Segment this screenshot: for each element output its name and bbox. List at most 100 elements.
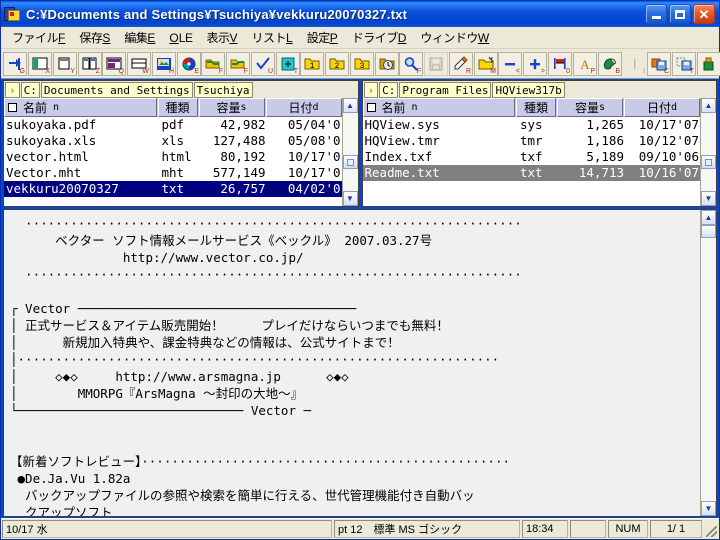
status-font[interactable]: pt 12 標準 MS ゴシック (334, 520, 520, 538)
rename-icon[interactable]: R (449, 51, 473, 76)
path-segment-2[interactable]: Tsuchiya (193, 82, 253, 98)
minimize-button[interactable] (645, 4, 667, 24)
scroll-thumb[interactable] (701, 225, 716, 238)
menu-label: 表示 (206, 31, 230, 45)
search-icon[interactable]: F (399, 51, 423, 76)
left-pane-scrollbar[interactable]: ▲ ▼ (341, 98, 358, 206)
save-disk-icon[interactable] (424, 51, 448, 76)
select-all-checkbox[interactable] (366, 103, 376, 112)
menu-item-ole[interactable]: OLE (162, 29, 199, 47)
column-header-type[interactable]: 種類 (516, 98, 556, 117)
cell-type: html (161, 149, 192, 164)
scroll-thumb[interactable] (701, 155, 716, 169)
status-blank (570, 520, 606, 538)
scroll-track[interactable] (701, 225, 716, 501)
table-row-selected[interactable]: Readme.txt txt 14,713 10/16'07 (362, 165, 700, 181)
detail-view-icon[interactable]: W (127, 51, 151, 76)
menu-item-drive[interactable]: ドライブD (345, 27, 414, 48)
cell-date: 10/17'07 (638, 117, 699, 132)
right-file-list[interactable]: HQView.sys sys 1,265 10/17'07 HQView.tmr… (362, 117, 701, 206)
table-row[interactable]: HQView.tmr tmr 1,186 10/12'07 (363, 133, 701, 149)
goto-icon[interactable]: G (3, 51, 27, 76)
split-vertical-icon[interactable]: X (28, 51, 52, 76)
table-row[interactable]: vector.html html 80,192 10/17'0 (4, 149, 342, 165)
menu-item-save[interactable]: 保存S (72, 27, 117, 48)
path-up-button[interactable]: › (363, 82, 379, 98)
table-row-selected[interactable]: vekkuru20070327 txt 26,757 04/02'0 (4, 181, 342, 197)
left-file-list[interactable]: sukoyaka.pdf pdf 42,982 05/04'0 sukoyaka… (4, 117, 342, 206)
close-button[interactable]: ✕ (693, 4, 715, 24)
path-up-button[interactable]: › (5, 82, 20, 98)
scroll-down-button[interactable]: ▼ (701, 191, 716, 206)
menu-item-settings[interactable]: 設定P (300, 27, 345, 48)
toolbar-group-file-ops: F R M (399, 51, 498, 76)
zoom-in-icon[interactable]: > (523, 51, 547, 76)
path-segment-1[interactable]: Program Files (399, 82, 492, 98)
scroll-down-button[interactable]: ▼ (701, 501, 716, 516)
scroll-up-button[interactable]: ▲ (701, 98, 716, 113)
cell-name: Index.txf (364, 149, 433, 164)
column-header-size[interactable]: 容量 s (198, 98, 265, 117)
path-segment-drive[interactable]: C: (20, 82, 40, 98)
cursor-icon[interactable]: I (623, 51, 647, 76)
column-header-name[interactable]: 名前 n (362, 98, 515, 117)
column-header-date[interactable]: 日付 d (265, 98, 342, 117)
open-folder-right-icon[interactable]: F (226, 51, 250, 76)
ruler-icon[interactable]: 0 (548, 51, 572, 76)
column-header-name[interactable]: 名前 n (4, 98, 157, 117)
menu-item-window[interactable]: ウィンドウW (413, 27, 496, 48)
thumbnail-view-icon[interactable]: Q (102, 51, 126, 76)
cell-size: 127,488 (212, 133, 266, 148)
single-pane-icon[interactable]: Y (53, 51, 77, 76)
toolbar-sub-label: T (293, 67, 298, 75)
cell-type: pdf (161, 117, 185, 132)
select-all-checkbox[interactable] (8, 103, 17, 112)
bookmark-3-icon[interactable]: 3 (350, 51, 374, 76)
path-segment-drive[interactable]: C: (379, 82, 399, 98)
scroll-down-button[interactable]: ▼ (342, 191, 358, 206)
maximize-button[interactable] (669, 4, 691, 24)
zoom-out-icon[interactable]: < (498, 51, 522, 76)
scroll-up-button[interactable]: ▲ (701, 210, 716, 225)
save-copy-icon[interactable]: C (647, 51, 671, 76)
menu-item-list[interactable]: リストL (244, 27, 299, 48)
maximize-icon (675, 9, 685, 19)
path-segment-2[interactable]: HQView317b (492, 82, 565, 98)
color-icon[interactable]: B (598, 51, 622, 76)
save-temp-icon[interactable]: T (672, 51, 696, 76)
bookmark-2-icon[interactable]: 2 (325, 51, 349, 76)
column-header-size[interactable]: 容量 s (557, 98, 623, 117)
table-row[interactable]: Index.txf txf 5,189 09/10'06 (363, 149, 701, 165)
palette-icon[interactable]: E (177, 51, 201, 76)
menu-item-view[interactable]: 表示V (199, 27, 244, 48)
scroll-track[interactable] (342, 113, 358, 191)
new-folder-icon[interactable]: M (474, 51, 498, 76)
column-header-type[interactable]: 種類 (157, 98, 198, 117)
split-columns-icon[interactable]: Z (78, 51, 102, 76)
check-icon[interactable]: U (251, 51, 275, 76)
menu-item-edit[interactable]: 編集E (117, 27, 162, 48)
column-header-date[interactable]: 日付 d (624, 98, 700, 117)
open-folder-left-icon[interactable]: F (201, 51, 225, 76)
table-row[interactable]: sukoyaka.pdf pdf 42,982 05/04'0 (4, 117, 342, 133)
resize-grip[interactable] (704, 520, 718, 538)
title-bar[interactable]: C:¥Documents and Settings¥Tsuchiya¥vekku… (1, 1, 719, 27)
text-content[interactable]: ········································… (4, 210, 700, 516)
table-row[interactable]: Vector.mht mht 577,149 10/17'0 (4, 165, 342, 181)
table-row[interactable]: sukoyaka.xls xls 127,488 05/08'0 (4, 133, 342, 149)
refresh-icon[interactable]: T (276, 51, 300, 76)
history-icon[interactable] (375, 51, 399, 76)
scroll-up-button[interactable]: ▲ (342, 98, 358, 113)
path-segment-1[interactable]: Documents and Settings (40, 82, 193, 98)
font-icon[interactable]: A P (573, 51, 597, 76)
scroll-track[interactable] (701, 113, 716, 191)
text-viewer-scrollbar[interactable]: ▲ ▼ (700, 210, 716, 516)
toolbar-sub-label: Q (118, 67, 124, 75)
bookmark-1-icon[interactable]: 1 (300, 51, 324, 76)
paint-icon[interactable] (697, 51, 720, 76)
menu-item-file[interactable]: ファイルF (5, 27, 72, 48)
right-pane-scrollbar[interactable]: ▲ ▼ (700, 98, 716, 206)
table-row[interactable]: HQView.sys sys 1,265 10/17'07 (363, 117, 701, 133)
scroll-thumb[interactable] (342, 155, 358, 169)
image-view-icon[interactable]: H (152, 51, 176, 76)
